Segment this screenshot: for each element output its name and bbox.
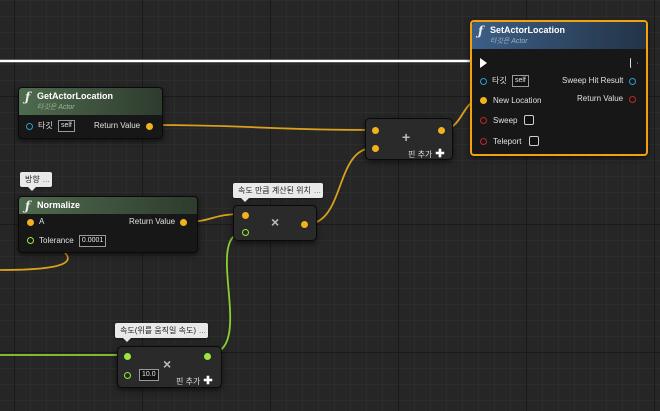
node-title: Normalize bbox=[37, 200, 81, 210]
tolerance-label: Tolerance bbox=[39, 236, 74, 246]
target-label: 타깃 bbox=[38, 121, 53, 131]
exec-out-pin[interactable] bbox=[630, 58, 637, 68]
node-title: GetActorLocation bbox=[37, 91, 114, 101]
tolerance-row: Tolerance 0.0001 bbox=[39, 235, 107, 247]
multiply-b-pin[interactable] bbox=[242, 229, 249, 236]
target-row: 타깃 self bbox=[38, 120, 75, 132]
add-symbol: + bbox=[402, 129, 411, 145]
add-b-pin[interactable] bbox=[372, 145, 379, 152]
multiply-a-pin[interactable] bbox=[242, 212, 249, 219]
wire-float-to-multiply bbox=[205, 231, 246, 356]
new-location-label: New Location bbox=[493, 96, 542, 105]
speed-calc-comment[interactable]: 속도 만큼 계산된 위치 ⋯ bbox=[233, 183, 323, 202]
teleport-checkbox[interactable] bbox=[529, 136, 539, 146]
multiply-symbol: × bbox=[271, 214, 280, 230]
a-label: A bbox=[39, 217, 45, 226]
plus-icon: ✚ bbox=[435, 148, 445, 160]
get-actor-location-node[interactable]: ƒ GetActorLocation 타깃은 Actor 타깃 self Ret… bbox=[18, 87, 163, 139]
target-label: 타깃 bbox=[492, 76, 507, 86]
sweep-hit-result-label: Sweep Hit Result bbox=[562, 76, 624, 85]
speed-comment[interactable]: 속도(위를 움직일 속도) ⋯ bbox=[115, 323, 209, 342]
function-icon: ƒ bbox=[25, 199, 31, 213]
add-a-pin[interactable] bbox=[372, 127, 379, 134]
add-node[interactable]: + 핀 추가 ✚ bbox=[365, 118, 453, 160]
sweep-pin[interactable] bbox=[480, 117, 487, 124]
set-actor-location-node[interactable]: ƒ SetActorLocation 타깃은 Actor 타깃 self Swe… bbox=[470, 20, 648, 156]
multiply-out-pin[interactable] bbox=[301, 221, 308, 228]
normalize-node[interactable]: ƒ Normalize A Return Value Tolerance 0.0… bbox=[18, 196, 198, 253]
node-title: SetActorLocation bbox=[490, 25, 566, 35]
multiply-float-node[interactable]: × 10.0 핀 추가 ✚ bbox=[117, 346, 222, 388]
sweep-hit-result-pin[interactable] bbox=[629, 78, 636, 85]
return-value-label: Return Value bbox=[577, 94, 624, 103]
multiply-symbol: × bbox=[163, 356, 172, 372]
more-icon: ⋯ bbox=[313, 190, 321, 197]
return-value-pin[interactable] bbox=[629, 96, 636, 103]
add-pin-label: 핀 추가 bbox=[176, 377, 201, 386]
comment-text: 방향 bbox=[25, 175, 40, 184]
plus-icon: ✚ bbox=[203, 375, 213, 387]
return-value-pin[interactable] bbox=[180, 219, 187, 226]
add-pin-button[interactable]: 핀 추가 ✚ bbox=[408, 147, 445, 160]
node-subtitle: 타깃은 Actor bbox=[490, 38, 528, 45]
sweep-label: Sweep bbox=[493, 116, 518, 125]
return-value-label: Return Value bbox=[94, 121, 141, 130]
target-self-field[interactable]: self bbox=[511, 75, 529, 87]
target-pin[interactable] bbox=[480, 78, 487, 85]
wire-location-to-add bbox=[148, 124, 374, 131]
normalize-header: ƒ Normalize bbox=[19, 197, 197, 214]
add-pin-label: 핀 추가 bbox=[408, 150, 433, 159]
a-pin[interactable] bbox=[27, 219, 34, 226]
target-self-field[interactable]: self bbox=[57, 120, 75, 132]
target-pin[interactable] bbox=[26, 123, 33, 130]
add-pin-button[interactable]: 핀 추가 ✚ bbox=[176, 374, 213, 387]
float-value-field[interactable]: 10.0 bbox=[139, 369, 159, 381]
float-b-pin[interactable] bbox=[124, 372, 131, 379]
tolerance-field[interactable]: 0.0001 bbox=[78, 235, 107, 247]
float-a-pin[interactable] bbox=[124, 353, 131, 360]
add-out-pin[interactable] bbox=[438, 127, 445, 134]
more-icon: ⋯ bbox=[42, 179, 50, 186]
tolerance-pin[interactable] bbox=[27, 237, 34, 244]
return-value-pin[interactable] bbox=[146, 123, 153, 130]
more-icon: ⋯ bbox=[199, 330, 207, 337]
direction-comment[interactable]: 방향 ⋯ bbox=[20, 172, 52, 191]
sweep-checkbox[interactable] bbox=[524, 115, 534, 125]
function-icon: ƒ bbox=[478, 24, 484, 38]
comment-text: 속도 만큼 계산된 위치 bbox=[238, 186, 311, 195]
multiply-vector-node[interactable]: × bbox=[233, 205, 317, 241]
node-subtitle: 타깃은 Actor bbox=[37, 104, 75, 111]
new-location-pin[interactable] bbox=[480, 97, 487, 104]
get-actor-location-header: ƒ GetActorLocation 타깃은 Actor bbox=[19, 88, 162, 115]
comment-text: 속도(위를 움직일 속도) bbox=[120, 326, 197, 335]
target-row: 타깃 self bbox=[492, 75, 529, 87]
teleport-pin[interactable] bbox=[480, 138, 487, 145]
exec-in-pin[interactable] bbox=[480, 58, 487, 68]
set-actor-location-header: ƒ SetActorLocation 타깃은 Actor bbox=[472, 22, 646, 49]
return-value-label: Return Value bbox=[129, 217, 176, 226]
float-out-pin[interactable] bbox=[204, 353, 211, 360]
teleport-label: Teleport bbox=[493, 137, 522, 146]
function-icon: ƒ bbox=[25, 90, 31, 104]
